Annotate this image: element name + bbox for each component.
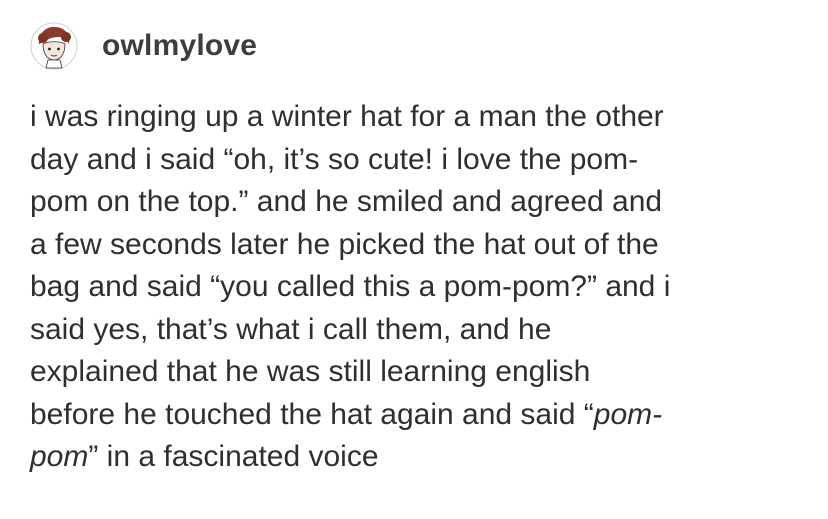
- username-link[interactable]: owlmylove: [102, 29, 257, 63]
- text-segment: ” in a fascinated voice: [88, 440, 379, 473]
- post-text-line: explained that he was still learning eng…: [30, 351, 820, 394]
- post-text-line: a few seconds later he picked the hat ou…: [30, 224, 820, 267]
- text-segment: explained that he was still learning eng…: [30, 355, 591, 388]
- post-text-line: bag and said “you called this a pom-pom?…: [30, 266, 820, 309]
- post-text-line: said yes, that’s what i call them, and h…: [30, 309, 820, 352]
- post-body: i was ringing up a winter hat for a man …: [30, 96, 820, 479]
- post-header: owlmylove: [30, 22, 257, 70]
- post-text-line: pom on the top.” and he smiled and agree…: [30, 181, 820, 224]
- post-text-line: i was ringing up a winter hat for a man …: [30, 96, 820, 139]
- post-text-line: before he touched the hat again and said…: [30, 394, 820, 437]
- text-segment: said yes, that’s what i call them, and h…: [30, 312, 552, 346]
- post-text-line: day and i said “oh, it’s so cute! i love…: [30, 139, 820, 182]
- italic-text: pom-: [593, 397, 663, 431]
- text-segment: i was ringing up a winter hat for a man …: [30, 100, 664, 133]
- text-segment: pom on the top.” and he smiled and agree…: [30, 185, 663, 218]
- post-text-line: pom” in a fascinated voice: [30, 436, 820, 479]
- text-segment: before he touched the hat again and said…: [30, 397, 594, 431]
- text-segment: bag and said “you called this a pom-pom?…: [30, 270, 671, 303]
- tumblr-post: owlmylove i was ringing up a winter hat …: [0, 0, 828, 519]
- text-segment: a few seconds later he picked the hat ou…: [30, 227, 659, 261]
- text-segment: day and i said “oh, it’s so cute! i love…: [30, 142, 639, 176]
- italic-text: pom: [30, 440, 89, 473]
- avatar[interactable]: [30, 22, 78, 70]
